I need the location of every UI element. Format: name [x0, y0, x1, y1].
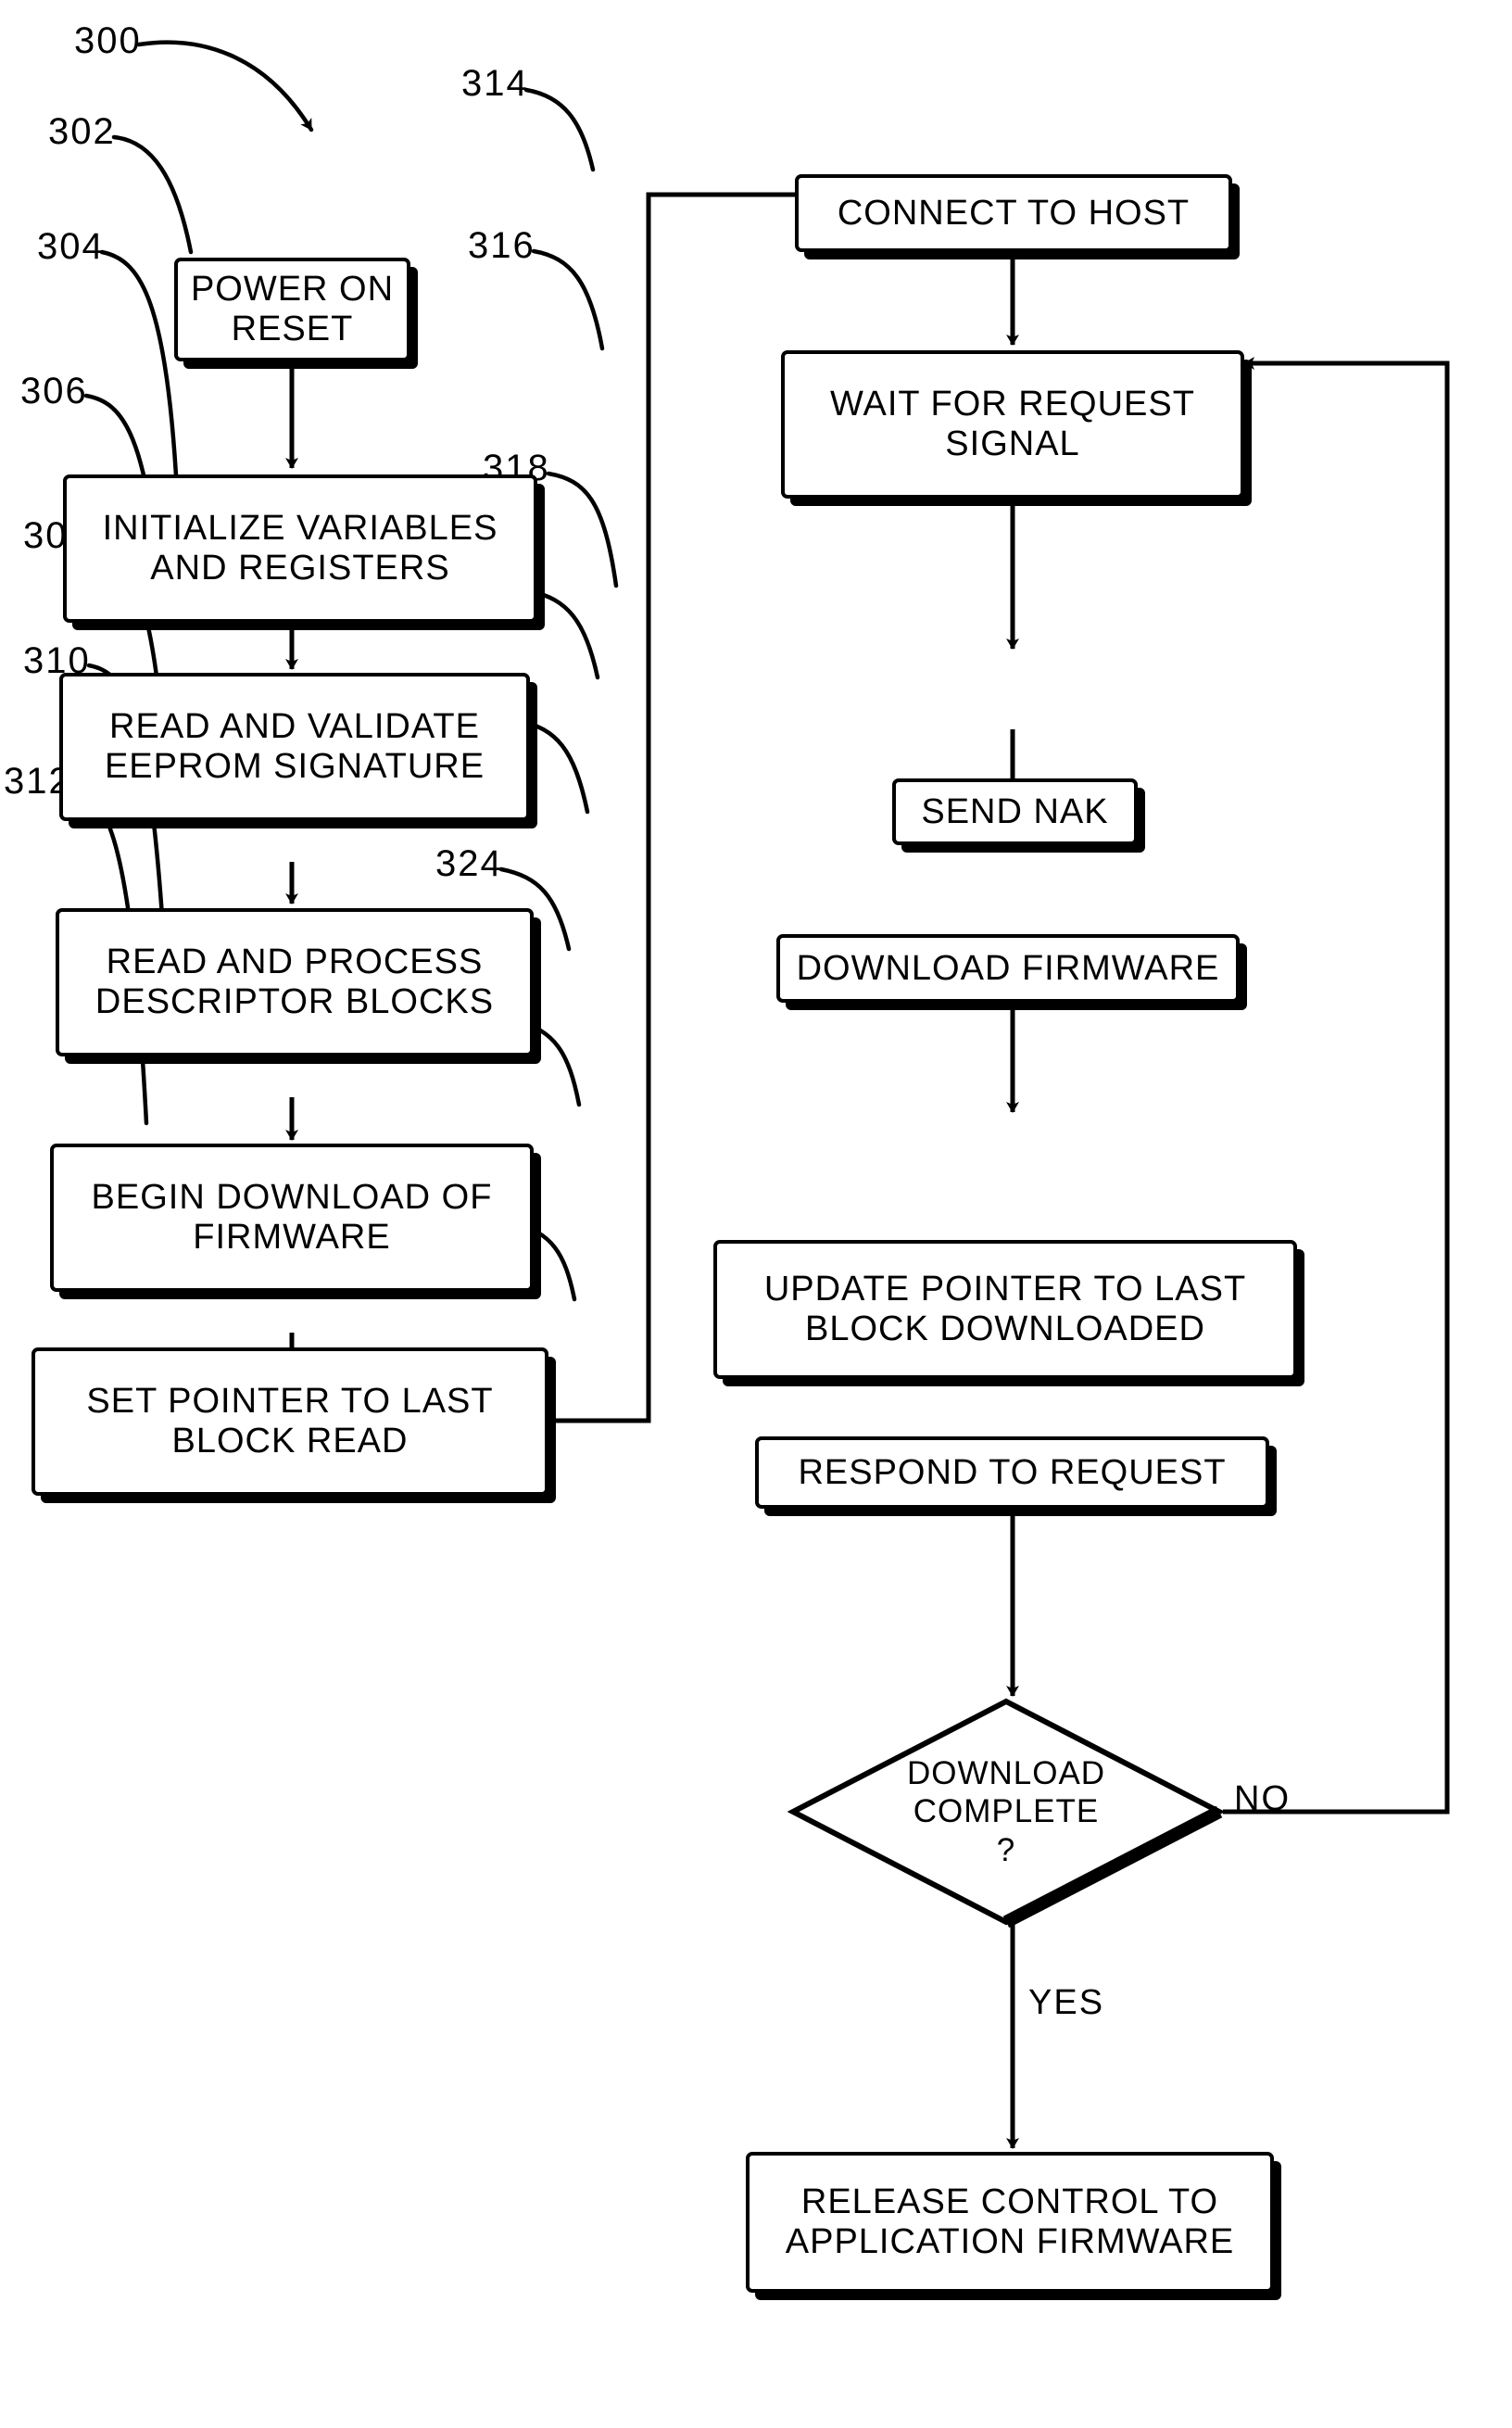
- node-322-update-pointer-to-last-block-downloaded[interactable]: UPDATE POINTER TO LAST BLOCK DOWNLOADED: [713, 1240, 1297, 1379]
- node-312-set-pointer-to-last-block-read[interactable]: SET POINTER TO LAST BLOCK READ: [32, 1347, 548, 1496]
- reference-numeral-324: 324: [435, 843, 503, 884]
- node-320-download-firmware[interactable]: DOWNLOAD FIRMWARE: [776, 934, 1240, 1003]
- node-316-wait-for-request-signal[interactable]: WAIT FOR REQUEST SIGNAL: [781, 350, 1244, 499]
- node-314-connect-to-host[interactable]: CONNECT TO HOST: [795, 174, 1232, 252]
- node-322-line-1: UPDATE POINTER TO LAST: [763, 1270, 1247, 1309]
- node-328-line-1: RELEASE CONTROL TO: [800, 2182, 1219, 2222]
- reference-numeral-302: 302: [48, 111, 116, 152]
- node-310-begin-download-of-firmware[interactable]: BEGIN DOWNLOAD OF FIRMWARE: [50, 1144, 534, 1292]
- node-320-line-1: DOWNLOAD FIRMWARE: [796, 948, 1220, 988]
- node-326-line-2: COMPLETE: [913, 1793, 1100, 1830]
- reference-numeral-306: 306: [20, 371, 88, 411]
- node-318-send-nak[interactable]: SEND NAK: [892, 778, 1138, 845]
- node-326-line-3: ?: [996, 1831, 1016, 1868]
- reference-numeral-300: 300: [74, 20, 142, 61]
- node-326-line-1: DOWNLOAD: [906, 1755, 1106, 1792]
- node-316-line-1: WAIT FOR REQUEST: [830, 385, 1195, 424]
- node-316-line-2: SIGNAL: [945, 424, 1080, 463]
- branch-label-yes: YES: [1028, 1983, 1105, 2022]
- node-302-power-on-reset[interactable]: POWER ON RESET: [174, 258, 410, 361]
- node-328-line-2: APPLICATION FIRMWARE: [785, 2222, 1235, 2261]
- node-318-line-1: SEND NAK: [921, 791, 1109, 831]
- reference-numeral-314: 314: [461, 63, 529, 104]
- node-314-line-1: CONNECT TO HOST: [837, 193, 1191, 233]
- figure-canvas: 300 302 304 306 308 310 312 314 316 318 …: [0, 0, 1512, 2428]
- node-308-line-2: DESCRIPTOR BLOCKS: [94, 982, 495, 1021]
- node-324-respond-to-request[interactable]: RESPOND TO REQUEST: [755, 1436, 1269, 1509]
- node-302-line-2: RESET: [231, 310, 354, 348]
- node-304-line-1: INITIALIZE VARIABLES: [102, 509, 498, 549]
- node-302-line-1: POWER ON: [190, 270, 395, 310]
- node-306-line-1: READ AND VALIDATE: [109, 707, 480, 747]
- node-312-line-1: SET POINTER TO LAST: [86, 1382, 494, 1422]
- node-308-line-1: READ AND PROCESS: [106, 942, 484, 982]
- branch-label-no: NO: [1234, 1779, 1291, 1818]
- node-326-download-complete-decision[interactable]: DOWNLOAD COMPLETE ?: [788, 1696, 1225, 1928]
- node-324-line-1: RESPOND TO REQUEST: [798, 1452, 1227, 1492]
- node-306-line-2: EEPROM SIGNATURE: [104, 747, 485, 786]
- node-322-line-2: BLOCK DOWNLOADED: [805, 1309, 1205, 1348]
- node-312-line-2: BLOCK READ: [171, 1422, 409, 1461]
- node-304-line-2: AND REGISTERS: [150, 549, 450, 588]
- node-306-read-and-validate-eeprom-signature[interactable]: READ AND VALIDATE EEPROM SIGNATURE: [59, 673, 530, 821]
- node-304-initialize-variables-and-registers[interactable]: INITIALIZE VARIABLES AND REGISTERS: [63, 474, 537, 623]
- reference-numeral-316: 316: [468, 225, 536, 266]
- node-310-line-2: FIRMWARE: [193, 1218, 391, 1257]
- node-308-read-and-process-descriptor-blocks[interactable]: READ AND PROCESS DESCRIPTOR BLOCKS: [56, 908, 534, 1056]
- reference-numeral-304: 304: [37, 226, 105, 267]
- node-310-line-1: BEGIN DOWNLOAD OF: [91, 1178, 493, 1218]
- node-328-release-control-to-application-firmware[interactable]: RELEASE CONTROL TO APPLICATION FIRMWARE: [746, 2152, 1274, 2293]
